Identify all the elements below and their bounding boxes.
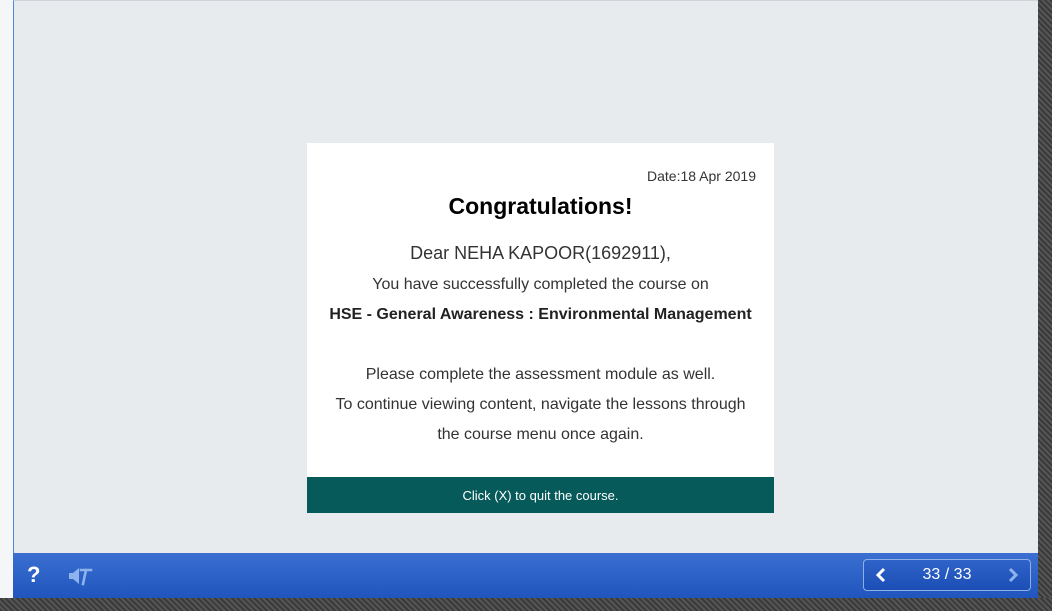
completion-date: Date:18 Apr 2019 — [647, 168, 756, 184]
completion-card: Date:18 Apr 2019 Congratulations! Dear N… — [307, 143, 774, 513]
previous-page-button[interactable] — [864, 560, 898, 590]
content-stage: Date:18 Apr 2019 Congratulations! Dear N… — [13, 0, 1038, 553]
window-frame-right — [1038, 0, 1052, 611]
greeting-text: Dear NEHA KAPOOR(1692911), — [410, 243, 671, 263]
course-name: HSE - General Awareness : Environmental … — [329, 306, 752, 323]
congratulations-title: Congratulations! — [448, 193, 633, 219]
quit-instruction-bar: Click (X) to quit the course. — [307, 477, 774, 513]
assessment-text: Please complete the assessment module as… — [365, 366, 716, 383]
continue-text: To continue viewing content, navigate th… — [335, 396, 746, 413]
audio-text-toggle-icon[interactable] — [68, 565, 94, 587]
question-mark-icon[interactable]: ? — [27, 562, 40, 588]
chevron-left-icon — [875, 567, 886, 583]
player-toolbar: ? 33 / 33 — [13, 553, 1038, 598]
chevron-right-icon — [1008, 567, 1019, 583]
course-menu-text: the course menu once again. — [437, 426, 644, 443]
page-navigator: 33 / 33 — [863, 559, 1031, 591]
completed-text: You have successfully completed the cour… — [372, 276, 709, 293]
window-frame-bottom — [0, 598, 1052, 611]
left-strip — [0, 0, 13, 598]
next-page-button[interactable] — [996, 560, 1030, 590]
quit-instruction-text: Click (X) to quit the course. — [462, 487, 619, 503]
page-indicator: 33 / 33 — [922, 566, 972, 583]
